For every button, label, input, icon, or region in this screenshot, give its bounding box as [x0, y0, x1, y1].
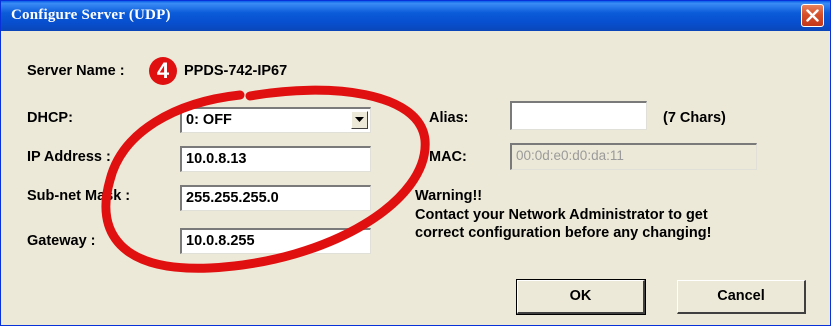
gateway-label: Gateway :	[27, 233, 96, 249]
chevron-down-icon	[355, 117, 364, 122]
close-x-icon	[806, 9, 819, 22]
step-number-badge: 4	[149, 57, 177, 85]
alias-hint: (7 Chars)	[663, 110, 726, 126]
ip-address-field[interactable]: 10.0.8.13	[180, 146, 371, 172]
dhcp-selected-value: 0: OFF	[186, 112, 232, 128]
cancel-button[interactable]: Cancel	[677, 280, 806, 314]
close-button[interactable]	[801, 4, 824, 27]
server-name-value: PPDS-742-IP67	[184, 63, 288, 79]
ok-button[interactable]: OK	[516, 279, 646, 315]
dhcp-select[interactable]: 0: OFF	[180, 107, 371, 133]
warning-line-1: Contact your Network Administrator to ge…	[415, 207, 708, 223]
alias-field[interactable]	[510, 101, 647, 130]
mac-field: 00:0d:e0:d0:da:11	[510, 143, 757, 170]
warning-line-2: correct configuration before any changin…	[415, 225, 712, 241]
alias-label: Alias:	[429, 110, 469, 126]
window-title: Configure Server (UDP)	[11, 7, 171, 23]
ip-address-label: IP Address :	[27, 149, 111, 165]
title-bar[interactable]: Configure Server (UDP)	[1, 1, 830, 31]
subnet-mask-label: Sub-net Mask :	[27, 188, 131, 204]
warning-title: Warning!!	[415, 188, 483, 204]
subnet-mask-field[interactable]: 255.255.255.0	[180, 185, 371, 211]
dhcp-dropdown-button[interactable]	[351, 111, 368, 129]
dhcp-label: DHCP:	[27, 110, 73, 126]
server-name-label: Server Name :	[27, 63, 125, 79]
mac-label: MAC:	[429, 149, 467, 165]
gateway-field[interactable]: 10.0.8.255	[180, 228, 371, 254]
configure-server-dialog: Configure Server (UDP) Server Name : PPD…	[0, 0, 831, 326]
